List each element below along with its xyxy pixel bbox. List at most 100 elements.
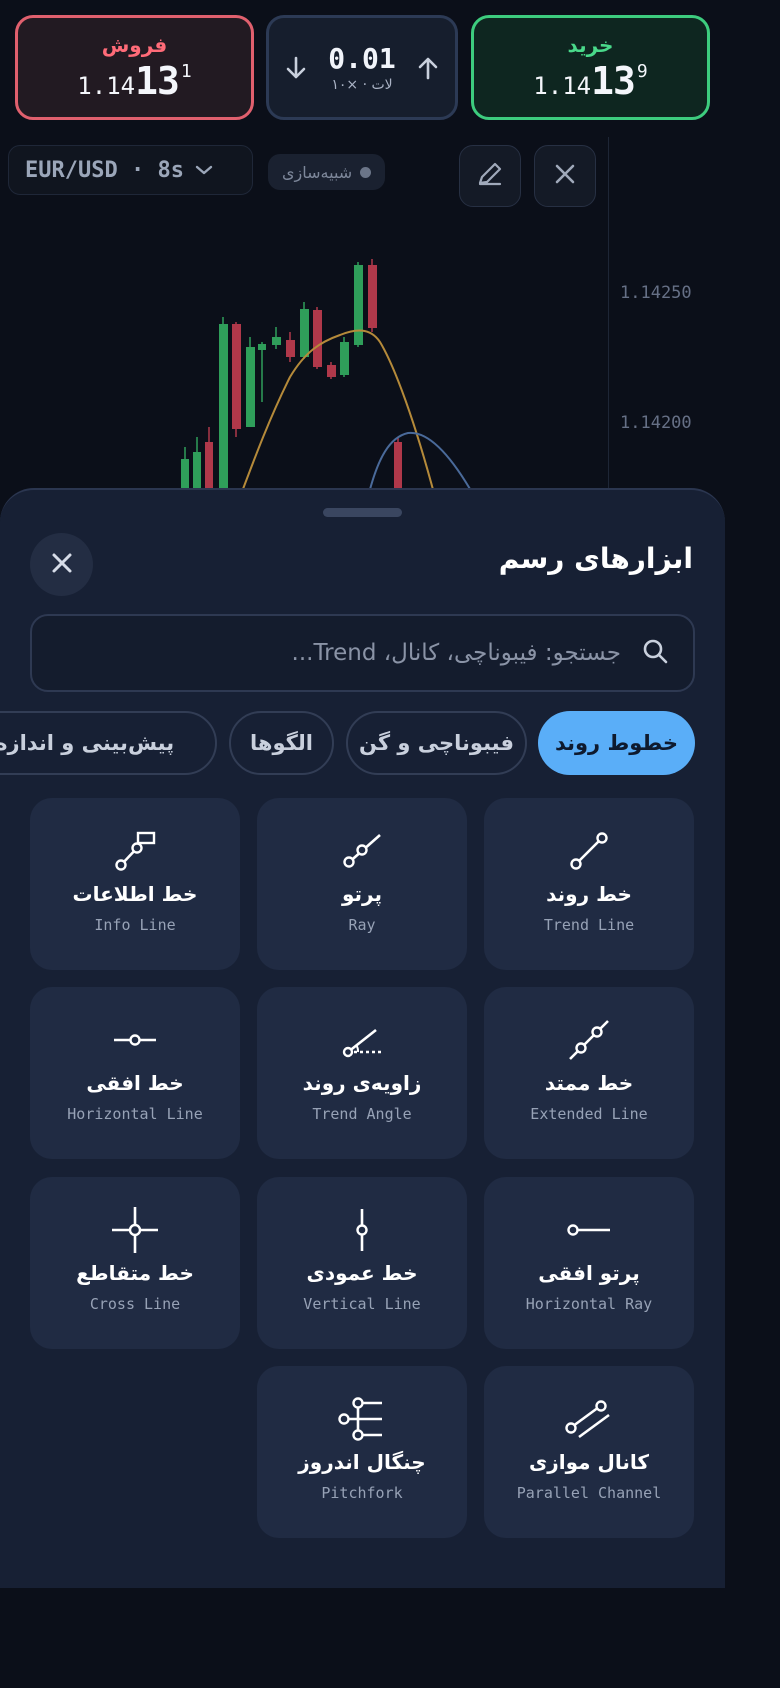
tool-trend-angle[interactable]: زاویه‌ی روند Trend Angle xyxy=(257,987,467,1159)
tool-label-fa: خط متقاطع xyxy=(76,1261,194,1285)
cross-line-icon xyxy=(110,1205,160,1255)
moving-average-fast xyxy=(239,329,436,498)
tool-trend-line[interactable]: خط روند Trend Line xyxy=(484,798,694,970)
tool-label-fa: زاویه‌ی روند xyxy=(302,1071,422,1095)
symbol-label: EUR/USD · 8s xyxy=(25,157,184,183)
candlesticks xyxy=(181,259,402,499)
tool-label-en: Horizontal Ray xyxy=(525,1295,653,1313)
simulation-badge: شبیه‌سازی xyxy=(268,154,386,190)
tool-horizontal-line[interactable]: خط افقی Horizontal Line xyxy=(30,987,240,1159)
lot-value: 0.01 xyxy=(328,42,396,75)
buy-price-main: 13 xyxy=(591,58,636,103)
close-icon xyxy=(553,162,577,190)
tool-label-fa: خط اطلاعات xyxy=(72,882,198,906)
price-chart[interactable]: EUR/USD · 8s شبیه‌سازی 1.14250 1.14200 xyxy=(0,137,725,517)
horizontal-line-icon xyxy=(110,1015,160,1065)
tool-extended-line[interactable]: خط ممتد Extended Line xyxy=(484,987,694,1159)
tab-patterns[interactable]: الگوها xyxy=(229,711,334,775)
tool-label-en: Ray xyxy=(348,916,376,934)
tab-fibonacci-gann[interactable]: فیبوناچی و گن xyxy=(346,711,527,775)
sheet-close-button[interactable] xyxy=(30,533,93,596)
tool-label-en: Cross Line xyxy=(89,1295,181,1313)
candle xyxy=(327,365,336,377)
trend-angle-icon xyxy=(337,1015,387,1065)
tool-label-en: Pitchfork xyxy=(321,1484,403,1502)
tab-prediction-measurement[interactable]: پیش‌بینی و اندازه‌گیری xyxy=(0,711,217,775)
drawing-tools-sheet: ابزارهای رسم خطوط روند فیبوناچی و گن الگ… xyxy=(0,488,725,1588)
symbol-selector[interactable]: EUR/USD · 8s xyxy=(8,145,253,195)
candle xyxy=(368,265,377,328)
vertical-line-icon xyxy=(337,1205,387,1255)
tool-cross-line[interactable]: خط متقاطع Cross Line xyxy=(30,1177,240,1349)
arrow-down-icon[interactable] xyxy=(283,55,309,81)
candle xyxy=(300,309,309,357)
tool-category-tabs: خطوط روند فیبوناچی و گن الگوها پیش‌بینی … xyxy=(0,711,725,775)
tool-label-fa: خط روند xyxy=(546,882,632,906)
buy-price-pip: 9 xyxy=(636,60,648,82)
buy-price: 1.14 13 9 xyxy=(533,59,647,103)
lot-unit: لات · ×۱۰ xyxy=(331,77,393,93)
candle xyxy=(232,324,241,429)
tool-search-input[interactable] xyxy=(59,639,623,667)
arrow-up-icon[interactable] xyxy=(415,55,441,81)
tool-label-en: Info Line xyxy=(94,916,176,934)
search-icon xyxy=(641,637,669,669)
lot-size-control: 0.01 لات · ×۱۰ xyxy=(266,15,458,120)
tool-label-fa: خط عمودی xyxy=(306,1261,418,1285)
tool-label-en: Vertical Line xyxy=(303,1295,421,1313)
trend-line-icon xyxy=(564,826,614,876)
tool-label-fa: خط ممتد xyxy=(544,1071,634,1095)
simulation-label: شبیه‌سازی xyxy=(282,162,353,182)
tab-trend-lines[interactable]: خطوط روند xyxy=(538,711,695,775)
sell-label: فروش xyxy=(101,32,168,57)
tool-parallel-channel[interactable]: کانال موازی Parallel Channel xyxy=(484,1366,694,1538)
tool-vertical-line[interactable]: خط عمودی Vertical Line xyxy=(257,1177,467,1349)
tool-search-box xyxy=(30,614,695,692)
sheet-drag-handle[interactable] xyxy=(323,508,402,517)
tool-label-fa: کانال موازی xyxy=(528,1450,650,1474)
close-icon xyxy=(50,551,74,579)
tool-label-en: Horizontal Line xyxy=(67,1105,203,1123)
chart-close-button[interactable] xyxy=(534,145,596,207)
candle xyxy=(219,324,228,497)
candle xyxy=(258,344,266,350)
status-dot-icon xyxy=(360,166,372,178)
axis-price-label: 1.14250 xyxy=(620,283,692,303)
candle xyxy=(246,347,255,427)
extended-line-icon xyxy=(564,1015,614,1065)
chevron-down-icon xyxy=(194,158,214,183)
candle xyxy=(354,265,363,345)
candle xyxy=(286,340,295,357)
price-axis xyxy=(608,137,609,517)
candle xyxy=(272,337,281,345)
tool-label-en: Trend Angle xyxy=(312,1105,412,1123)
pitchfork-icon xyxy=(337,1394,387,1444)
candle xyxy=(340,342,349,375)
draw-tool-button[interactable] xyxy=(459,145,521,207)
sell-price-main: 13 xyxy=(135,58,180,103)
tool-horizontal-ray[interactable]: پرتو افقی Horizontal Ray xyxy=(484,1177,694,1349)
tool-label-en: Trend Line xyxy=(543,916,635,934)
tool-info-line[interactable]: خط اطلاعات Info Line xyxy=(30,798,240,970)
info-line-icon xyxy=(110,826,160,876)
pencil-icon xyxy=(475,159,505,193)
tool-label-fa: پرتو xyxy=(342,882,382,906)
sell-button[interactable]: فروش 1.14 13 1 xyxy=(15,15,254,120)
sell-price-prefix: 1.14 xyxy=(77,71,136,100)
tool-label-fa: پرتو افقی xyxy=(538,1261,640,1285)
axis-price-label: 1.14200 xyxy=(620,413,692,433)
buy-button[interactable]: خرید 1.14 13 9 xyxy=(471,15,710,120)
tool-label-fa: چنگال اندروز xyxy=(298,1450,426,1474)
tool-label-en: Extended Line xyxy=(530,1105,648,1123)
horizontal-ray-icon xyxy=(564,1205,614,1255)
parallel-channel-icon xyxy=(564,1394,614,1444)
ray-icon xyxy=(337,826,387,876)
sell-price-pip: 1 xyxy=(180,60,192,82)
tool-label-fa: خط افقی xyxy=(86,1071,184,1095)
sheet-title: ابزارهای رسم xyxy=(498,542,693,575)
tool-pitchfork[interactable]: چنگال اندروز Pitchfork xyxy=(257,1366,467,1538)
tool-label-en: Parallel Channel xyxy=(516,1484,662,1502)
tool-ray[interactable]: پرتو Ray xyxy=(257,798,467,970)
candle xyxy=(313,310,322,367)
buy-price-prefix: 1.14 xyxy=(533,71,592,100)
